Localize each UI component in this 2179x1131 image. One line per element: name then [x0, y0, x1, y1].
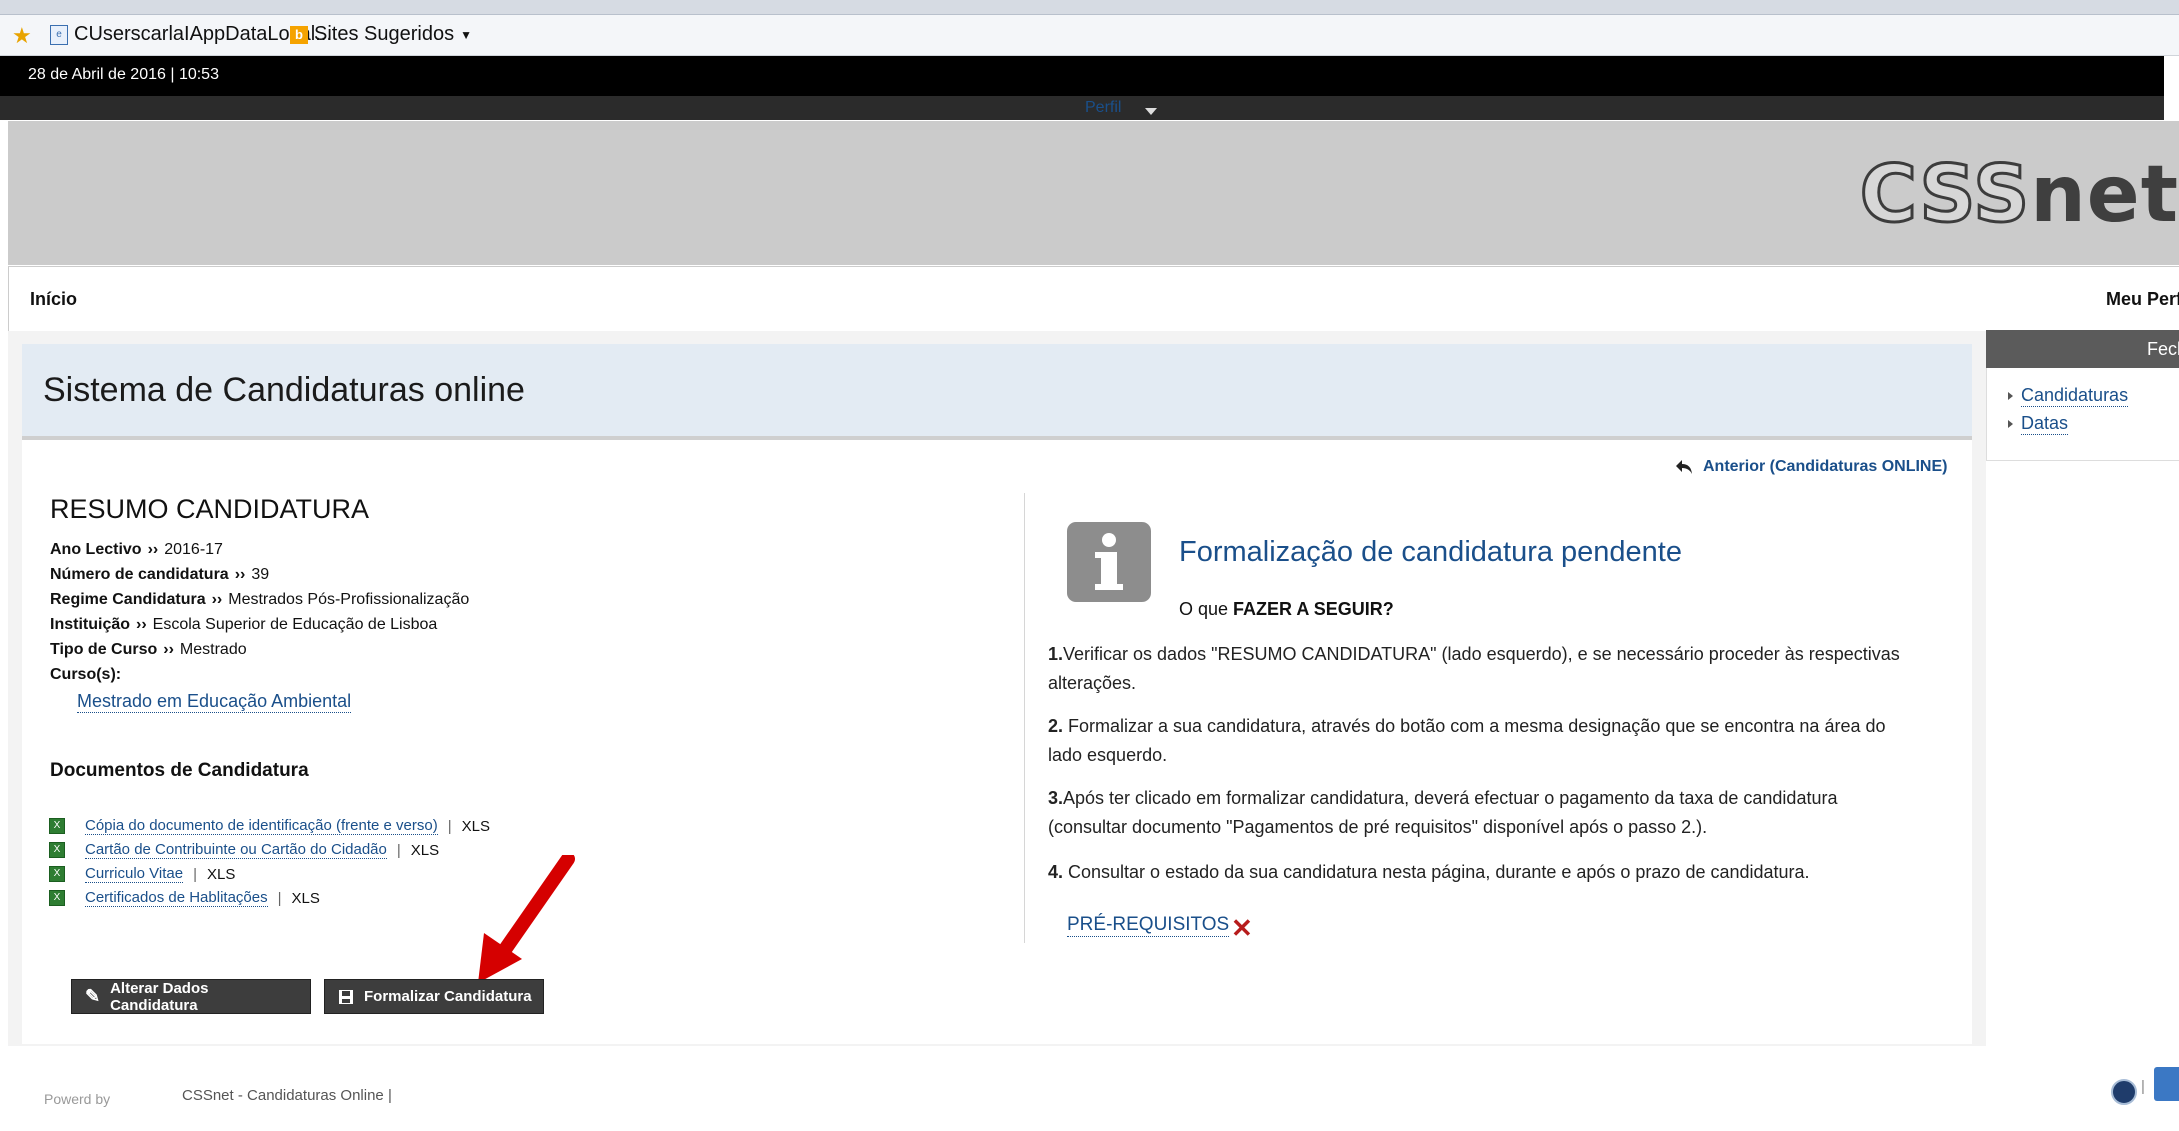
bing-icon: b [290, 25, 308, 44]
pencil-icon: ✎ [85, 986, 101, 1006]
document-type: XLS [291, 889, 320, 907]
page-title: Sistema de Candidaturas online [43, 371, 525, 409]
alter-application-button[interactable]: ✎ Alterar Dados Candidatura [71, 979, 311, 1014]
sidebar-header[interactable]: Fechar [1986, 330, 2179, 368]
documents-heading: Documentos de Candidatura [50, 760, 309, 781]
field-regime-candidatura: Regime Candidatura ›› Mestrados Pós-Profis… [50, 591, 470, 608]
info-icon [1067, 522, 1151, 602]
cssnet-logo: CSSnet [1858, 149, 2179, 242]
field-ano-lectivo: Ano Lectivo ›› 2016-17 [50, 541, 223, 558]
profile-toggle-label[interactable]: Perfil [1085, 99, 1121, 117]
date-bar: 28 de Abril de 2016 | 10:53 [0, 56, 2164, 96]
favorites-bar: ★ e CUserscarlaIAppDataLocal... b Sites … [0, 15, 2179, 56]
bullet-triangle-icon [2008, 392, 2013, 400]
dropdown-caret-icon: ▼ [460, 27, 472, 42]
excel-icon: X [49, 818, 65, 834]
sidebar-close-label[interactable]: Fechar [2147, 339, 2179, 360]
field-tipo-curso: Tipo de Curso ›› Mestrado [50, 641, 247, 658]
document-type: XLS [461, 817, 490, 835]
document-item: X Curriculo Vitae | XLS [49, 865, 235, 883]
favorites-star-icon[interactable]: ★ [12, 23, 32, 49]
footer-separator: | [2141, 1078, 2145, 1095]
column-divider [1024, 493, 1025, 943]
browser-top-strip [0, 0, 2179, 15]
course-link[interactable]: Mestrado em Educação Ambiental [77, 691, 352, 713]
info-title: Formalização de candidatura pendente [1179, 536, 1682, 568]
current-datetime: 28 de Abril de 2016 | 10:53 [28, 66, 219, 83]
footer-link[interactable]: CSSnet - Candidaturas Online | [182, 1087, 392, 1104]
document-item: X Certificados de Hablitações | XLS [49, 889, 320, 907]
back-arrow-icon [1676, 460, 1692, 474]
nav-profile-link[interactable]: Meu Perfil [2106, 289, 2179, 310]
footer-action-tab[interactable] [2154, 1067, 2179, 1101]
step-2: 2. Formalizar a sua candidatura, através… [1048, 716, 1886, 765]
bullet-triangle-icon [2008, 420, 2013, 428]
red-annotation-arrow-icon [478, 855, 575, 983]
step-1: 1.Verificar os dados "RESUMO CANDIDATURA… [1048, 644, 1900, 693]
nav-home-link[interactable]: Início [30, 289, 77, 310]
field-instituicao: Instituição ›› Escola Superior de Educação… [50, 616, 438, 633]
excel-icon: X [49, 842, 65, 858]
document-link[interactable]: Cópia do documento de identificação (fre… [85, 817, 438, 835]
step-3: 3.Após ter clicado em formalizar candida… [1048, 788, 1838, 837]
document-item: X Cópia do documento de identificação (f… [49, 817, 490, 835]
save-icon [339, 989, 353, 1004]
favorite-item-sites-sugeridos[interactable]: b Sites Sugeridos ▼ [290, 23, 472, 46]
document-item: X Cartão de Contribuinte ou Cartão do Ci… [49, 841, 439, 859]
header-banner [8, 121, 2179, 265]
chevron-down-icon[interactable] [1145, 108, 1157, 115]
sidebar-item-candidaturas[interactable]: Candidaturas [2008, 385, 2129, 407]
document-link[interactable]: Curriculo Vitae [85, 865, 184, 883]
what-next-label: O que FAZER A SEGUIR? [1179, 599, 1394, 619]
step-4: 4. Consultar o estado da sua candidatura… [1048, 862, 1810, 882]
document-link[interactable]: Cartão de Contribuinte ou Cartão do Cida… [85, 841, 387, 859]
excel-icon: X [49, 866, 65, 882]
main-nav: Início Meu Perfil [8, 266, 2179, 332]
summary-heading: RESUMO CANDIDATURA [50, 494, 370, 524]
field-numero-candidatura: Número de candidatura ›› 39 [50, 566, 270, 583]
sidebar-item-datas[interactable]: Datas [2008, 413, 2069, 435]
excel-icon: X [49, 890, 65, 906]
page-icon: e [50, 24, 68, 45]
document-type: XLS [207, 865, 236, 883]
prerequisites-status-x-icon: ✕ [1231, 913, 1253, 943]
formalize-application-button[interactable]: Formalizar Candidatura [324, 979, 544, 1014]
prerequisites-link[interactable]: PRÉ-REQUISITOS [1067, 914, 1230, 937]
document-type: XLS [410, 841, 440, 859]
page-title-box: Sistema de Candidaturas online [22, 344, 1972, 440]
powered-by-label: Powerd by [44, 1091, 111, 1107]
back-link[interactable]: Anterior (Candidaturas ONLINE) [1675, 458, 1947, 476]
field-cursos-label: Curso(s): [50, 666, 122, 683]
globe-icon[interactable] [2111, 1079, 2137, 1105]
document-link[interactable]: Certificados de Hablitações [85, 889, 268, 907]
profile-toggle-bar[interactable]: Perfil [0, 96, 2164, 120]
